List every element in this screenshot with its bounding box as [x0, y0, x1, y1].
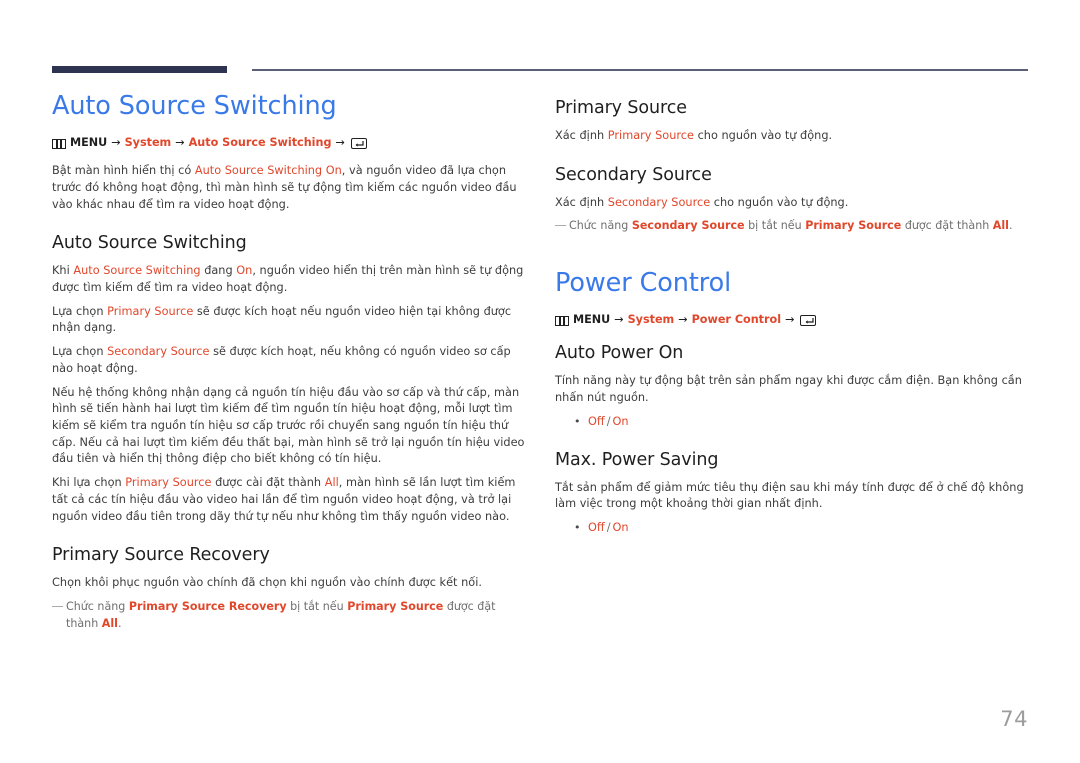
- enter-key-icon: [800, 315, 817, 327]
- intro-paragraph: Bật màn hình hiển thị có Auto Source Swi…: [52, 163, 530, 213]
- menu-label: MENU: [573, 313, 611, 327]
- right-section2-paragraph: Xác định Secondary Source cho nguồn vào …: [555, 195, 1028, 212]
- menu-step-system: System: [124, 136, 172, 150]
- left-column: Auto Source Switching MENU → System → Au…: [52, 91, 530, 639]
- rs2note-text-c: được đặt thành: [901, 219, 993, 233]
- section1-paragraph-2: Lựa chọn Primary Source sẽ được kích hoạ…: [52, 304, 530, 337]
- s1p2-text-a: Lựa chọn: [52, 304, 108, 318]
- bullet-icon: •: [574, 414, 581, 428]
- note-dash-icon: ―: [52, 599, 64, 613]
- option-separator: /: [606, 521, 611, 534]
- section-heading-primary-source-recovery: Primary Source Recovery: [52, 545, 270, 566]
- rs1-text-b: cho nguồn vào tự động.: [693, 129, 833, 142]
- menu-step-power-control: Power Control: [691, 313, 782, 327]
- s1p1-highlight-1: Auto Source Switching: [73, 264, 201, 278]
- intro-highlight: Auto Source Switching On: [194, 164, 342, 178]
- s1p5-text-b: được cài đặt thành: [211, 476, 325, 490]
- s1p5-highlight-2: All: [324, 476, 339, 490]
- enter-key-icon: [350, 138, 367, 150]
- section1-paragraph-3: Lựa chọn Secondary Source sẽ được kích h…: [52, 344, 530, 377]
- rs2note-text-a: Chức năng: [569, 219, 632, 233]
- header-rule: [52, 66, 1028, 76]
- s1p2-highlight: Primary Source: [107, 304, 194, 318]
- menu-grid-icon: [555, 315, 569, 326]
- right-column: Primary Source Xác định Primary Source c…: [555, 92, 1028, 544]
- rs2note-highlight-1: Secondary Source: [631, 219, 745, 233]
- option-off: Off: [588, 521, 605, 534]
- rs2note-highlight-3: All: [992, 219, 1009, 233]
- page-title: Auto Source Switching: [52, 91, 337, 121]
- option-on: On: [612, 521, 629, 534]
- option-on: On: [612, 414, 629, 428]
- s2note-highlight-1: Primary Source Recovery: [128, 600, 287, 614]
- right-section3-option: • Off / On: [555, 414, 1028, 431]
- s1p3-highlight: Secondary Source: [107, 345, 210, 359]
- s2note-text-d: .: [117, 616, 122, 630]
- section-heading-secondary-source: Secondary Source: [555, 164, 712, 185]
- rs2note-highlight-2: Primary Source: [805, 219, 902, 233]
- section-heading-max-power-saving: Max. Power Saving: [555, 449, 719, 470]
- header-rule-thin: [252, 69, 1028, 71]
- menu-grid-icon: [52, 138, 66, 149]
- s1p5-highlight-1: Primary Source: [125, 476, 212, 490]
- rs2note-text-d: .: [1009, 219, 1013, 233]
- rs2-text-a: Xác định: [555, 195, 608, 209]
- option-separator: /: [606, 414, 611, 428]
- section1-paragraph-1: Khi Auto Source Switching đang On, nguồn…: [52, 263, 530, 296]
- rs1-highlight: Primary Source: [607, 129, 694, 142]
- rs2-text-b: cho nguồn vào tự động.: [710, 195, 849, 209]
- menu-step-system: System: [627, 313, 675, 327]
- s1p5-text-a: Khi lựa chọn: [52, 476, 126, 490]
- right-section4-paragraph: Tắt sản phẩm để giảm mức tiêu thụ điện s…: [555, 480, 1024, 511]
- option-off: Off: [588, 414, 605, 428]
- section1-paragraph-4: Nếu hệ thống không nhận dạng cả nguồn tí…: [52, 385, 525, 466]
- chapter-title-power-control: Power Control: [555, 268, 732, 299]
- s2note-text-a: Chức năng: [66, 600, 129, 614]
- menu-label: MENU: [70, 136, 108, 150]
- section-heading-primary-source: Primary Source: [555, 98, 687, 118]
- section-heading-auto-power-on: Auto Power On: [555, 343, 684, 364]
- header-rule-thick: [52, 66, 227, 73]
- path-arrow-1: →: [111, 136, 121, 150]
- section2-paragraph-1: Chọn khôi phục nguồn vào chính đã chọn k…: [52, 576, 482, 590]
- section2-note: ― Chức năng Primary Source Recovery bị tắ…: [52, 599, 530, 632]
- right-section3-paragraph: Tính năng này tự động bật trên sản phẩm …: [555, 374, 1022, 404]
- right-section2-note: ― Chức năng Secondary Source bị tắt nếu P…: [555, 218, 1028, 235]
- section1-paragraph-5: Khi lựa chọn Primary Source được cài đặt…: [52, 475, 530, 525]
- section-heading-auto-source-switching: Auto Source Switching: [52, 233, 247, 254]
- path-arrow-3: →: [785, 313, 795, 327]
- rs1-text-a: Xác định: [555, 129, 608, 142]
- s1p3-text-a: Lựa chọn: [52, 345, 108, 359]
- page-number: 74: [1000, 707, 1028, 731]
- path-arrow-2: →: [678, 313, 688, 327]
- s1p1-text-b: đang: [200, 264, 237, 278]
- menu-path-auto-source-switching: MENU → System → Auto Source Switching →: [52, 135, 530, 152]
- s1p1-highlight-2: On: [236, 264, 253, 278]
- manual-page: Auto Source Switching MENU → System → Au…: [0, 0, 1080, 763]
- s2note-highlight-3: All: [101, 616, 118, 630]
- menu-path-power-control: MENU → System → Power Control →: [555, 312, 1028, 329]
- intro-text-a: Bật màn hình hiển thị có: [52, 164, 195, 178]
- s1p1-text-a: Khi: [52, 264, 74, 278]
- right-section1-paragraph: Xác định Primary Source cho nguồn vào tự…: [555, 128, 1028, 145]
- rs2note-text-b: bị tắt nếu: [744, 219, 806, 233]
- path-arrow-2: →: [175, 136, 185, 150]
- path-arrow-3: →: [335, 136, 345, 150]
- s2note-text-b: bị tắt nếu: [286, 600, 348, 614]
- path-arrow-1: →: [614, 313, 624, 327]
- note-dash-icon: ―: [555, 218, 567, 232]
- right-section4-option: • Off / On: [555, 520, 1028, 537]
- bullet-icon: •: [574, 521, 581, 534]
- rs2-highlight: Secondary Source: [607, 195, 711, 209]
- menu-step-auto-source-switching: Auto Source Switching: [188, 136, 332, 150]
- s2note-highlight-2: Primary Source: [347, 600, 444, 614]
